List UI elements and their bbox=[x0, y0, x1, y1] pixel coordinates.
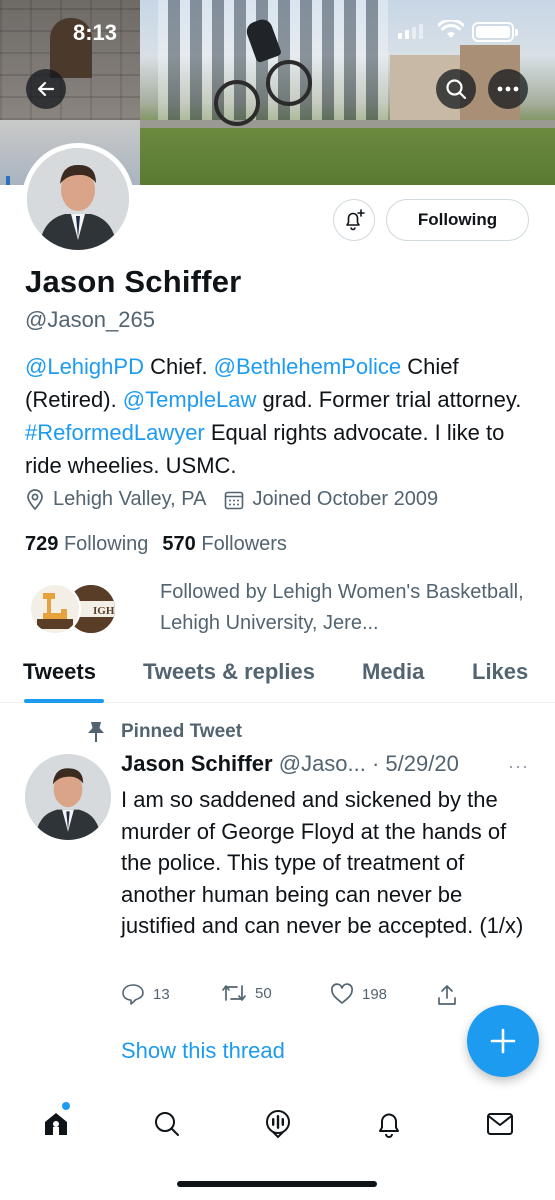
profile-handle: @Jason_265 bbox=[25, 307, 155, 332]
tab-likes[interactable]: Likes bbox=[472, 659, 528, 685]
active-tab-indicator bbox=[24, 699, 104, 703]
tab-tweets-replies[interactable]: Tweets & replies bbox=[143, 659, 315, 685]
nav-home[interactable] bbox=[36, 1104, 76, 1144]
notifications-icon bbox=[379, 1113, 399, 1138]
status-bar: 8:13 bbox=[0, 0, 555, 60]
share-button[interactable] bbox=[436, 983, 458, 1007]
profile-bio: @LehighPD Chief. @BethlehemPolice Chief … bbox=[25, 350, 525, 482]
nav-notifications[interactable] bbox=[369, 1104, 409, 1144]
avatar-photo bbox=[27, 148, 129, 250]
back-icon bbox=[37, 81, 55, 97]
followed-by-text: Followed by Lehigh Women's Basketball, L… bbox=[160, 581, 524, 634]
profile-meta: Lehigh Valley, PA Joined October 2009 bbox=[25, 488, 456, 511]
bio-mention-bethlehempolice[interactable]: @BethlehemPolice bbox=[214, 354, 401, 379]
retweet-button[interactable]: 50 bbox=[221, 983, 272, 1003]
bio-text: Chief. bbox=[143, 354, 214, 379]
like-button[interactable]: 198 bbox=[330, 983, 387, 1005]
reply-button[interactable]: 13 bbox=[121, 983, 170, 1005]
bio-hashtag-reformedlawyer[interactable]: #ReformedLawyer bbox=[25, 420, 205, 445]
home-indicator bbox=[177, 1181, 377, 1187]
followed-by-avatars: IGH bbox=[29, 583, 121, 635]
bio-mention-lehighpd[interactable]: @LehighPD bbox=[25, 354, 144, 379]
tweet-author-avatar[interactable] bbox=[25, 754, 111, 840]
search-icon bbox=[446, 79, 467, 100]
share-icon bbox=[438, 985, 456, 1005]
calendar-icon bbox=[225, 491, 244, 509]
following-button[interactable]: Following bbox=[386, 199, 529, 241]
nav-spaces[interactable] bbox=[258, 1104, 298, 1144]
signal-icon bbox=[398, 24, 423, 39]
tab-media[interactable]: Media bbox=[362, 659, 424, 685]
reply-icon bbox=[122, 984, 144, 1005]
home-notification-dot bbox=[62, 1102, 70, 1110]
messages-icon bbox=[487, 1113, 513, 1135]
tweet-header: Jason Schiffer @Jaso... · 5/29/20 bbox=[121, 751, 459, 777]
compose-tweet-button[interactable] bbox=[467, 1005, 539, 1077]
tweet-author-name[interactable]: Jason Schiffer bbox=[121, 751, 273, 776]
bell-plus-icon bbox=[346, 209, 365, 231]
tweet-more-button[interactable]: ··· bbox=[508, 756, 529, 777]
notifications-toggle-button[interactable] bbox=[333, 199, 375, 241]
show-thread-link[interactable]: Show this thread bbox=[121, 1038, 285, 1064]
back-button[interactable] bbox=[26, 69, 66, 109]
reply-count: 13 bbox=[153, 985, 170, 1003]
profile-tabs: Tweets Tweets & replies Media Likes bbox=[0, 655, 555, 703]
tab-tweets[interactable]: Tweets bbox=[23, 659, 96, 685]
compose-icon bbox=[490, 1028, 516, 1054]
home-icon bbox=[45, 1113, 67, 1135]
profile-avatar[interactable] bbox=[22, 143, 134, 255]
location-icon bbox=[27, 488, 43, 510]
retweet-count: 50 bbox=[255, 984, 272, 1002]
profile-location: Lehigh Valley, PA bbox=[25, 488, 206, 511]
bio-text: grad. Former trial attorney. bbox=[256, 387, 522, 412]
explore-icon bbox=[155, 1112, 179, 1136]
tweet-actions: 13 50 198 bbox=[121, 983, 461, 1009]
profile-name: Jason Schiffer bbox=[25, 264, 242, 299]
nav-explore[interactable] bbox=[147, 1104, 187, 1144]
svg-text:IGH: IGH bbox=[93, 605, 115, 617]
more-options-button[interactable] bbox=[488, 69, 528, 109]
tweet-author-meta: @Jaso... · 5/29/20 bbox=[278, 751, 459, 776]
following-count-link[interactable]: 729 Following bbox=[25, 533, 148, 556]
followed-by-row[interactable]: IGH Followed by Lehigh Women's Basketbal… bbox=[25, 577, 535, 639]
profile-joined: Joined October 2009 bbox=[224, 488, 438, 511]
tweet-text[interactable]: I am so saddened and sickened by the mur… bbox=[121, 784, 531, 942]
battery-icon bbox=[472, 22, 518, 42]
more-icon bbox=[497, 86, 519, 92]
like-icon bbox=[331, 983, 353, 1004]
followers-count-link[interactable]: 570 Followers bbox=[162, 533, 287, 556]
follower-avatar-lehigh-wbb bbox=[29, 583, 81, 635]
pin-icon bbox=[88, 722, 104, 742]
retweet-icon bbox=[222, 985, 246, 1001]
wifi-icon bbox=[438, 20, 464, 38]
pinned-tweet-label: Pinned Tweet bbox=[85, 720, 242, 744]
joined-text: Joined October 2009 bbox=[252, 488, 439, 510]
bio-mention-templelaw[interactable]: @TempleLaw bbox=[123, 387, 257, 412]
bottom-navigation bbox=[0, 1094, 555, 1154]
search-button[interactable] bbox=[436, 69, 476, 109]
profile-counts: 729 Following 570 Followers bbox=[25, 533, 287, 556]
avatar-photo bbox=[25, 754, 111, 840]
like-count: 198 bbox=[362, 985, 388, 1003]
location-text: Lehigh Valley, PA bbox=[53, 488, 207, 510]
nav-messages[interactable] bbox=[480, 1104, 520, 1144]
spaces-icon bbox=[266, 1110, 290, 1139]
status-time: 8:13 bbox=[73, 20, 118, 45]
